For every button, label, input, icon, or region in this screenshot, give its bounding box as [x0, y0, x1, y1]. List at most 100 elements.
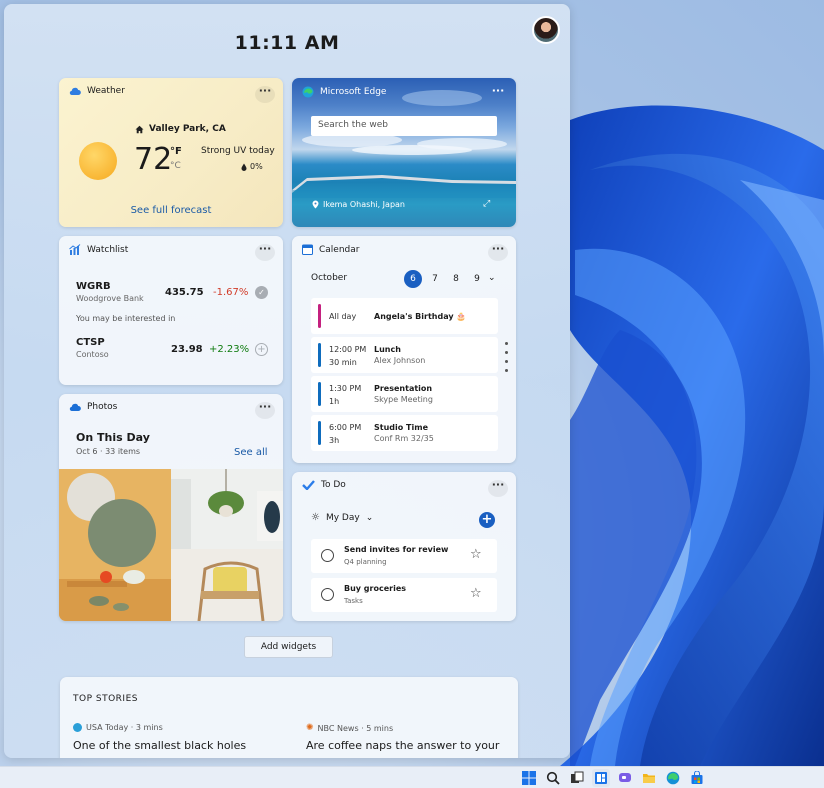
sun-icon: [79, 142, 117, 180]
weather-condition: Strong UV today: [201, 146, 275, 156]
location-pin-icon: [312, 200, 319, 209]
edge-more-button[interactable]: ···: [488, 85, 508, 103]
see-all-link[interactable]: See all: [234, 447, 268, 458]
calendar-event[interactable]: 6:00 PM 3h Studio Time Conf Rm 32/35: [311, 415, 498, 451]
event-time: 12:00 PM 30 min: [329, 345, 367, 367]
search-icon[interactable]: [544, 769, 562, 787]
nbc-news-logo-icon: ✺: [306, 723, 314, 733]
weather-widget[interactable]: Weather ··· Valley Park, CA 72 °F °C Str…: [59, 78, 283, 227]
see-full-forecast-link[interactable]: See full forecast: [59, 205, 283, 216]
todo-task[interactable]: Send invites for review Q4 planning ☆: [311, 539, 497, 573]
photo-location: Ikema Ohashi, Japan: [312, 200, 405, 209]
stock-change: -1.67%: [213, 287, 249, 298]
stock-symbol: WGRB: [76, 281, 111, 292]
widgets-panel: 11:11 AM Weather ··· Valley Park, CA 72 …: [4, 4, 570, 758]
checkmark-icon[interactable]: ✓: [255, 286, 268, 299]
photos-more-button[interactable]: ···: [255, 401, 275, 419]
edge-icon[interactable]: [664, 769, 682, 787]
start-icon[interactable]: [520, 769, 538, 787]
todo-list-selector[interactable]: ☼ My Day ⌄: [311, 512, 373, 523]
watchlist-header: Watchlist: [69, 244, 128, 255]
avatar[interactable]: [532, 16, 560, 44]
bridge-image: [292, 175, 516, 198]
story-headline[interactable]: Are coffee naps the answer to your: [306, 739, 499, 752]
cloud-icon: [69, 87, 81, 95]
weather-more-button[interactable]: ···: [255, 85, 275, 103]
calendar-scrollbar[interactable]: [505, 342, 508, 372]
taskbar: [0, 766, 824, 788]
stock-name: Contoso: [76, 350, 109, 359]
calendar-header: Calendar: [302, 244, 359, 255]
photo-thumbnail[interactable]: [171, 469, 283, 621]
calendar-day[interactable]: 9: [468, 270, 486, 288]
todo-task[interactable]: Buy groceries Tasks ☆: [311, 578, 497, 612]
chevron-down-icon: ⌄: [365, 512, 374, 523]
photos-heading: On This Day: [76, 431, 150, 444]
weather-header: Weather: [69, 86, 125, 96]
event-time: All day: [329, 312, 357, 321]
checkmark-icon: [302, 480, 315, 490]
calendar-event[interactable]: All day Angela's Birthday 🎂: [311, 298, 498, 334]
stock-price: 435.75: [165, 287, 204, 298]
clock-time: 11:11 AM: [234, 32, 340, 54]
calendar-more-button[interactable]: ···: [488, 243, 508, 261]
star-icon[interactable]: ☆: [470, 586, 482, 601]
watchlist-widget[interactable]: Watchlist ··· WGRB Woodgrove Bank 435.75…: [59, 236, 283, 385]
story-source: ✺ NBC News · 5 mins: [306, 723, 393, 733]
calendar-title: Calendar: [319, 244, 360, 255]
edge-icon: [302, 86, 314, 98]
unit-celsius[interactable]: °C: [170, 161, 181, 171]
photos-widget[interactable]: Photos ··· On This Day Oct 6 · 33 items …: [59, 394, 283, 621]
calendar-month: October: [311, 273, 348, 283]
task-checkbox[interactable]: [321, 588, 334, 601]
calendar-event[interactable]: 12:00 PM 30 min Lunch Alex Johnson: [311, 337, 498, 373]
file-explorer-icon[interactable]: [640, 769, 658, 787]
event-detail: Skype Meeting: [374, 395, 433, 404]
calendar-event[interactable]: 1:30 PM 1h Presentation Skype Meeting: [311, 376, 498, 412]
add-widgets-button[interactable]: Add widgets: [244, 636, 333, 658]
unit-fahrenheit[interactable]: °F: [170, 146, 182, 157]
event-detail: Alex Johnson: [374, 356, 426, 365]
calendar-day-selected[interactable]: 6: [404, 270, 422, 288]
widgets-icon[interactable]: [592, 768, 610, 787]
top-stories-feed: TOP STORIES USA Today · 3 mins One of th…: [60, 677, 518, 758]
todo-widget[interactable]: To Do ··· ☼ My Day ⌄ + Send invites for …: [292, 472, 516, 621]
interested-label: You may be interested in: [76, 314, 176, 323]
todo-more-button[interactable]: ···: [488, 479, 508, 497]
chevron-down-icon[interactable]: ⌄: [488, 273, 496, 283]
edge-search-input[interactable]: Search the web: [311, 116, 497, 136]
story-headline[interactable]: One of the smallest black holes: [73, 739, 246, 752]
weather-location-text: Valley Park, CA: [149, 124, 226, 134]
calendar-day[interactable]: 8: [447, 270, 465, 288]
task-title: Send invites for review: [344, 545, 449, 554]
add-icon[interactable]: +: [255, 343, 268, 356]
calendar-day[interactable]: 7: [426, 270, 444, 288]
top-stories-title: TOP STORIES: [73, 694, 138, 704]
task-checkbox[interactable]: [321, 549, 334, 562]
cloud-icon: [69, 403, 81, 411]
home-icon: [135, 125, 144, 133]
event-color-bar: [318, 304, 321, 328]
star-icon[interactable]: ☆: [470, 547, 482, 562]
calendar-widget[interactable]: Calendar ··· October 6 7 8 9 ⌄ All day A…: [292, 236, 516, 463]
chat-icon[interactable]: [616, 769, 634, 787]
task-view-icon[interactable]: [568, 769, 586, 787]
todo-title: To Do: [321, 480, 346, 490]
event-time: 1:30 PM 1h: [329, 384, 362, 406]
edge-widget[interactable]: Microsoft Edge ··· Search the web Ikema …: [292, 78, 516, 227]
store-icon[interactable]: [688, 769, 706, 787]
sun-outline-icon: ☼: [311, 512, 320, 523]
stock-chart-icon: [69, 244, 81, 255]
edge-header: Microsoft Edge: [302, 86, 386, 98]
event-title: Presentation: [374, 384, 433, 393]
weather-title: Weather: [87, 86, 125, 96]
event-time: 6:00 PM 3h: [329, 423, 362, 445]
event-color-bar: [318, 421, 321, 445]
add-task-button[interactable]: +: [479, 512, 495, 528]
stock-symbol: CTSP: [76, 337, 105, 348]
photo-thumbnail[interactable]: [59, 469, 171, 621]
watchlist-more-button[interactable]: ···: [255, 243, 275, 261]
expand-icon[interactable]: ⤢: [483, 199, 490, 209]
photos-header: Photos: [69, 402, 117, 412]
photos-subheading: Oct 6 · 33 items: [76, 447, 141, 456]
